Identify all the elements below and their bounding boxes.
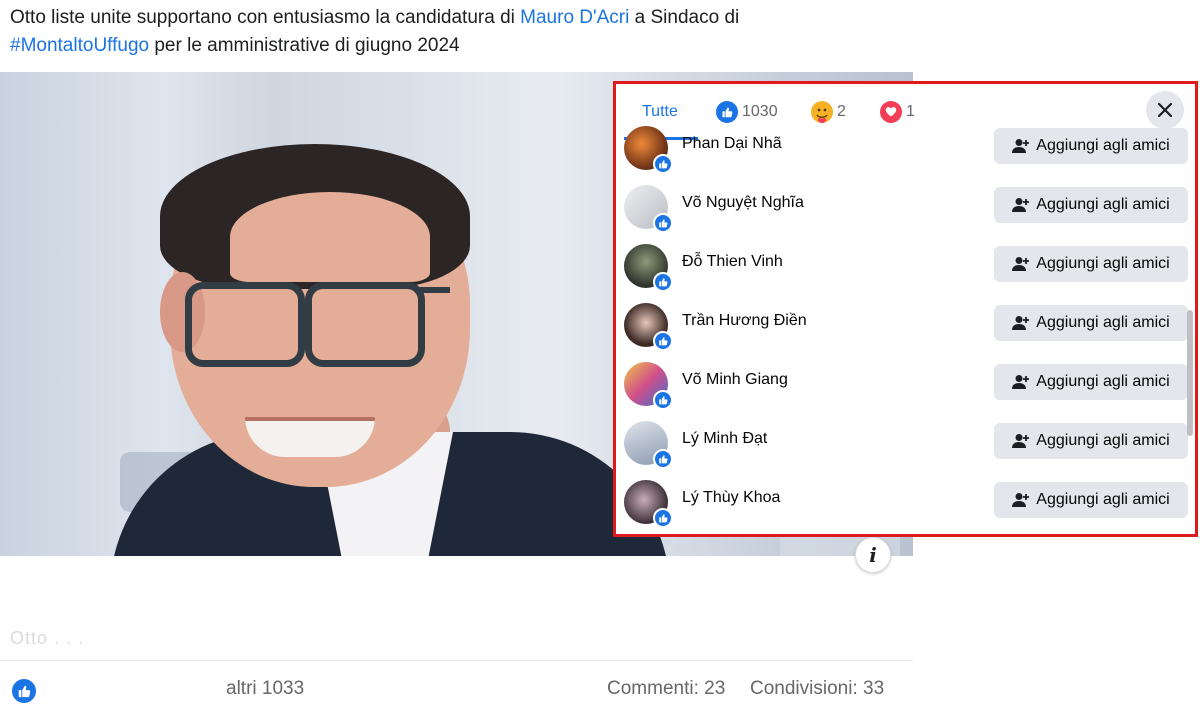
close-icon <box>1158 103 1172 117</box>
reactor-name[interactable]: Võ Nguyệt Nghĩa <box>682 194 804 212</box>
add-friend-button[interactable]: Aggiungi agli amici <box>994 305 1188 341</box>
caption-text: Otto liste unite supportano con entusias… <box>10 7 521 28</box>
reactor-name[interactable]: Đỗ Thien Vinh <box>682 253 783 271</box>
reactor-name[interactable]: Trần Hương Điền <box>682 312 807 330</box>
add-friend-label: Aggiungi agli amici <box>1036 432 1170 449</box>
add-friend-button[interactable]: Aggiungi agli amici <box>994 364 1188 400</box>
like-icon <box>653 331 673 351</box>
add-friend-label: Aggiungi agli amici <box>1036 314 1170 331</box>
list-item: Đỗ Thien Vinh Aggiungi agli amici <box>616 238 1195 297</box>
add-friend-label: Aggiungi agli amici <box>1036 196 1170 213</box>
comments-count[interactable]: Commenti: 23 <box>607 678 725 700</box>
info-icon[interactable]: i <box>855 537 891 573</box>
post-caption: Otto liste unite supportano con entusias… <box>10 4 910 60</box>
add-friend-icon <box>1012 316 1030 330</box>
reactor-name[interactable]: Lý Minh Đạt <box>682 430 767 448</box>
list-item: Võ Nguyệt Nghĩa Aggiungi agli amici <box>616 179 1195 238</box>
add-friend-label: Aggiungi agli amici <box>1036 255 1170 272</box>
tab-count: 1 <box>906 103 915 120</box>
like-icon <box>653 154 673 174</box>
like-icon <box>653 213 673 233</box>
add-friend-icon <box>1012 257 1030 271</box>
add-friend-label: Aggiungi agli amici <box>1036 137 1170 154</box>
add-friend-icon <box>1012 434 1030 448</box>
like-icon[interactable] <box>12 679 36 703</box>
photo-person-smile <box>245 417 375 457</box>
tab-label: Tutte <box>642 103 678 120</box>
list-item: Phan Dại Nhã Aggiungi agli amici <box>616 120 1195 179</box>
add-friend-label: Aggiungi agli amici <box>1036 491 1170 508</box>
add-friend-button[interactable]: Aggiungi agli amici <box>994 482 1188 518</box>
divider <box>0 660 913 661</box>
reactors-list[interactable]: Phan Dại Nhã Aggiungi agli amici Võ Nguy… <box>616 126 1195 534</box>
caption-text-suffix: per le amministrative di giugno 2024 <box>149 35 460 56</box>
tab-count: 1030 <box>742 103 778 120</box>
reactions-dialog: Tutte 1030 2 1 Phan Dại Nhã Aggiungi agl… <box>613 81 1198 537</box>
add-friend-button[interactable]: Aggiungi agli amici <box>994 246 1188 282</box>
add-friend-icon <box>1012 493 1030 507</box>
add-friend-icon <box>1012 198 1030 212</box>
candidate-link[interactable]: Mauro D'Acri <box>520 7 629 28</box>
add-friend-button[interactable]: Aggiungi agli amici <box>994 128 1188 164</box>
reactor-name[interactable]: Phan Dại Nhã <box>682 135 782 153</box>
list-item: Trần Hương Điền Aggiungi agli amici <box>616 297 1195 356</box>
photo-glasses-lens <box>185 282 305 367</box>
shares-count[interactable]: Condivisioni: 33 <box>750 678 884 700</box>
add-friend-icon <box>1012 139 1030 153</box>
reactions-count[interactable]: altri 1033 <box>226 678 304 700</box>
list-item: Lý Minh Đạt Aggiungi agli amici <box>616 415 1195 474</box>
add-friend-button[interactable]: Aggiungi agli amici <box>994 423 1188 459</box>
add-friend-icon <box>1012 375 1030 389</box>
photo-glasses-lens <box>305 282 425 367</box>
reactor-name[interactable]: Lý Thùy Khoa <box>682 489 780 507</box>
hashtag-link[interactable]: #MontaltoUffugo <box>10 35 149 56</box>
faded-caption: Otto . . . <box>10 628 85 648</box>
add-friend-button[interactable]: Aggiungi agli amici <box>994 187 1188 223</box>
tab-count: 2 <box>837 103 846 120</box>
list-item: Lý Thùy Khoa Aggiungi agli amici <box>616 474 1195 533</box>
like-icon <box>653 508 673 528</box>
like-icon <box>653 449 673 469</box>
reactor-name[interactable]: Võ Minh Giang <box>682 371 788 389</box>
like-icon <box>653 390 673 410</box>
photo-person-forehead <box>230 192 430 282</box>
like-icon <box>653 272 673 292</box>
list-item: Võ Minh Giang Aggiungi agli amici <box>616 356 1195 415</box>
scrollbar[interactable] <box>1187 310 1193 436</box>
add-friend-label: Aggiungi agli amici <box>1036 373 1170 390</box>
caption-text-middle: a Sindaco di <box>629 7 740 28</box>
photo-glasses-bridge <box>300 304 312 310</box>
photo-glasses-arm <box>420 287 450 293</box>
